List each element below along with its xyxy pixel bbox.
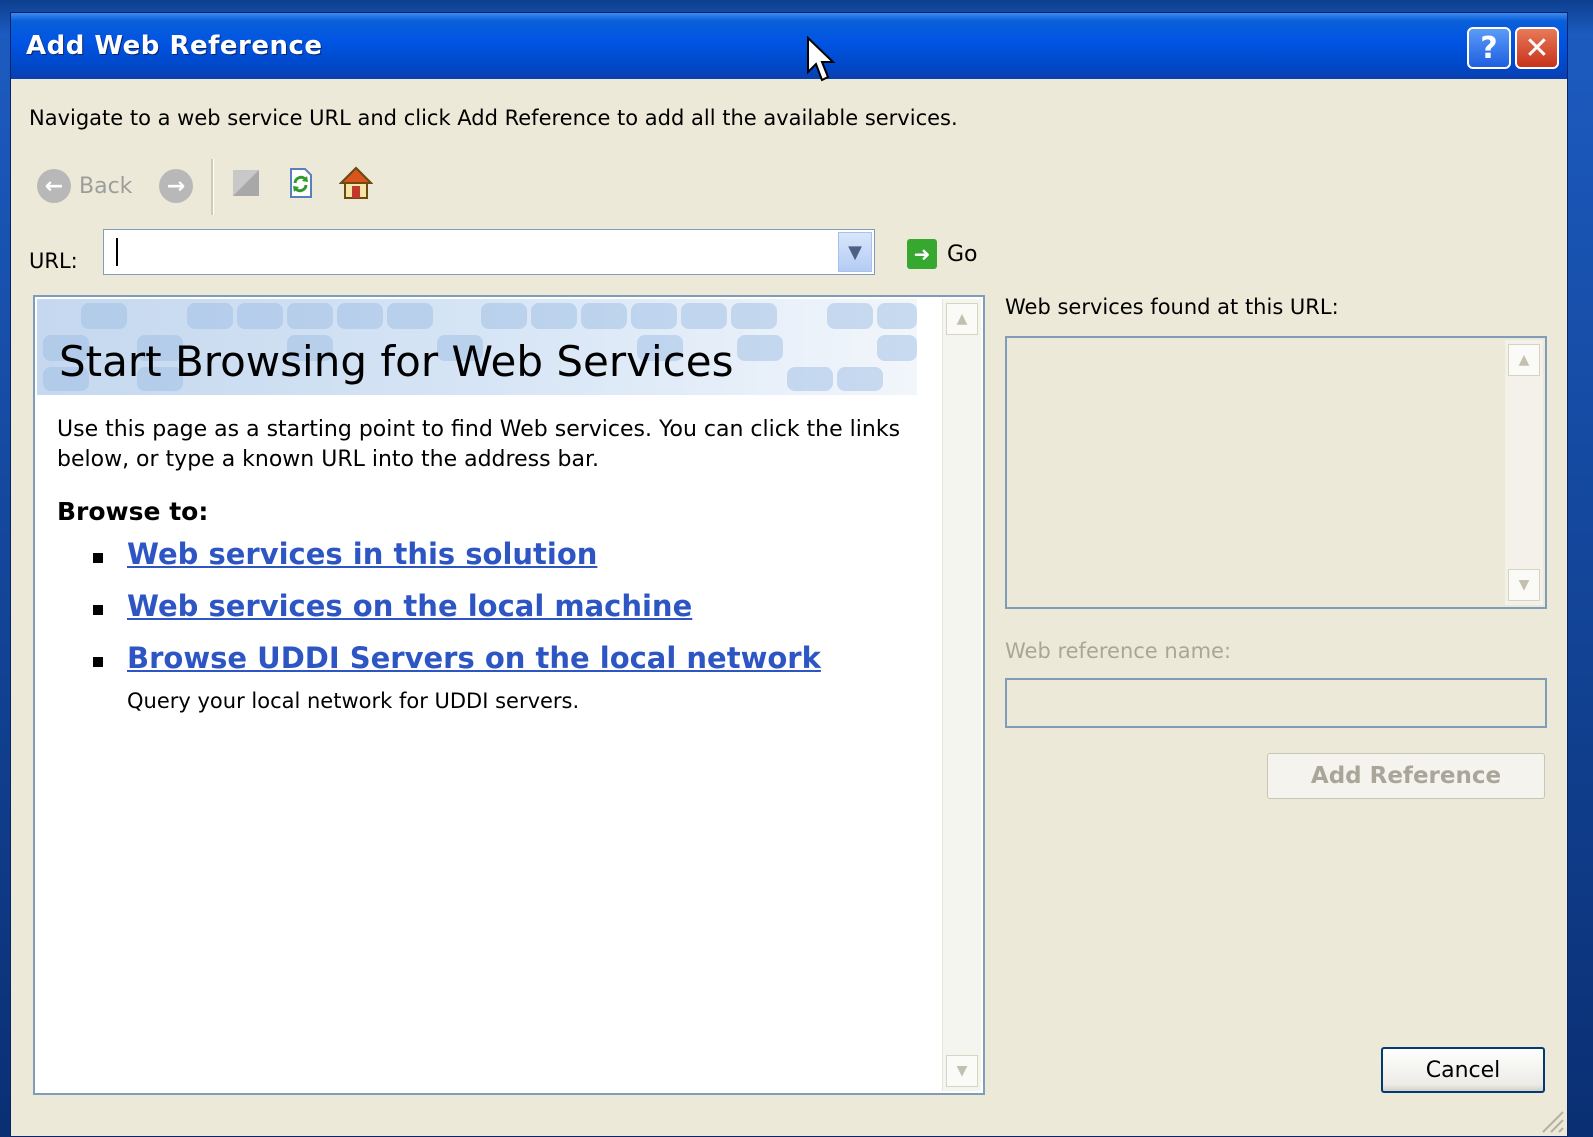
scroll-up-icon[interactable]: ▲ [1508,344,1540,376]
go-button[interactable]: ➜ Go [907,239,978,269]
home-button[interactable] [339,165,373,201]
close-icon: ✕ [1524,30,1550,66]
home-icon [339,166,373,199]
dialog-title: Add Web Reference [26,31,323,61]
url-combobox[interactable]: ▼ [103,229,875,275]
link-browse-uddi-servers[interactable]: Browse UDDI Servers on the local network [127,641,821,675]
refresh-button[interactable] [285,167,315,199]
help-button[interactable]: ? [1467,27,1511,69]
scroll-down-icon[interactable]: ▼ [1508,569,1540,601]
instruction-text: Navigate to a web service URL and click … [29,106,958,130]
toolbar-separator [211,159,214,215]
refresh-icon [290,168,312,198]
cancel-button[interactable]: Cancel [1381,1047,1545,1093]
stop-button[interactable] [231,167,261,199]
title-bar[interactable]: Add Web Reference ? ✕ [11,13,1567,79]
banner: Start Browsing for Web Services [37,299,917,395]
help-icon: ? [1480,30,1498,66]
mouse-cursor-icon [807,36,836,82]
back-button[interactable]: ← Back [37,169,132,203]
back-arrow-icon: ← [37,169,71,203]
browser-scrollbar[interactable]: ▲ ▼ [942,299,981,1091]
browser-page-title: Start Browsing for Web Services [59,337,734,386]
stop-icon [233,170,259,196]
web-reference-name-field[interactable] [1005,678,1547,728]
navigation-toolbar: ← Back → [33,159,413,215]
bullet-icon [93,657,103,667]
list-scrollbar[interactable]: ▲ ▼ [1505,340,1543,605]
chevron-down-icon[interactable]: ▼ [838,232,872,272]
browse-to-heading: Browse to: [57,497,209,526]
add-reference-button[interactable]: Add Reference [1267,753,1545,799]
text-caret [116,238,118,266]
back-label: Back [79,173,133,199]
bullet-icon [93,605,103,615]
link-web-services-local-machine[interactable]: Web services on the local machine [127,589,692,623]
intro-text: Use this page as a starting point to fin… [57,417,901,472]
link-web-services-solution[interactable]: Web services in this solution [127,537,597,571]
forward-button[interactable]: → [159,169,193,203]
scroll-down-icon[interactable]: ▼ [946,1055,978,1087]
close-button[interactable]: ✕ [1515,27,1559,69]
services-found-label: Web services found at this URL: [1005,295,1339,319]
resize-grip-icon[interactable] [1537,1106,1565,1134]
forward-arrow-icon: → [159,169,193,203]
go-label: Go [947,241,978,267]
uddi-description: Query your local network for UDDI server… [127,689,580,713]
url-label: URL: [29,249,78,273]
browser-pane[interactable]: Start Browsing for Web Services Use this… [33,295,985,1095]
bullet-icon [93,553,103,563]
add-web-reference-dialog: Add Web Reference ? ✕ Navigate to a web … [10,12,1568,1137]
services-found-list[interactable]: ▲ ▼ [1005,336,1547,609]
scroll-up-icon[interactable]: ▲ [946,303,978,335]
web-reference-name-label: Web reference name: [1005,639,1232,663]
go-arrow-icon: ➜ [907,239,937,269]
